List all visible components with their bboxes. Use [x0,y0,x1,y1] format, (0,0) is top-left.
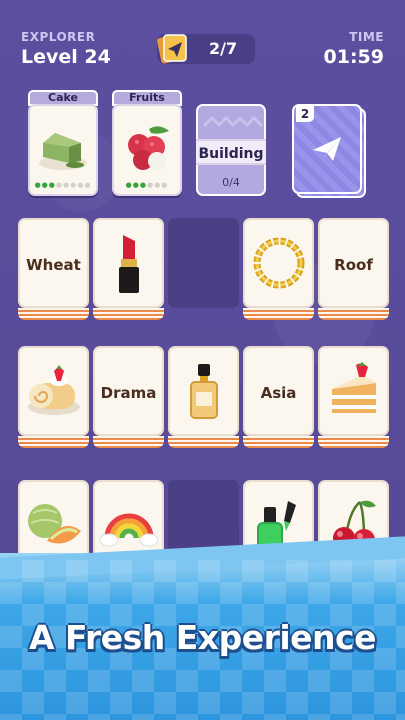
card-word: Drama [100,384,157,402]
card-stack-edge [318,308,389,320]
card-perfume[interactable] [168,346,239,436]
level-info: EXPLORER Level 24 [21,30,111,68]
rainbow-icon [99,513,158,547]
card-wheat[interactable]: Wheat [18,218,89,308]
lychee-icon [128,126,169,170]
building-label: Building [196,139,266,165]
card-word: Wheat [26,256,81,274]
card-stack-edge [93,436,164,448]
empty-slot [168,218,239,308]
lipstick-icon [118,235,139,293]
card-gold-chain[interactable] [243,218,314,308]
card-stack-edge [18,436,89,448]
collection-slot-fruits[interactable]: ●●●●●● [112,104,182,196]
gold-chain-icon [253,237,304,289]
building-count: 0/4 [222,176,240,189]
progress-text: 2/7 [209,39,238,58]
card-word: Asia [260,384,297,402]
card-word: Roof [334,256,373,274]
card-stack-edge [93,308,164,320]
card-roof[interactable]: Roof [318,218,389,308]
level-text: Level 24 [21,46,111,68]
deck-remaining-badge: 2 [296,106,314,122]
paper-plane-icon [313,137,341,161]
card-stack-edge [243,436,314,448]
card-cake-slice[interactable] [318,346,389,436]
card-stack-edge [318,436,389,448]
draw-deck[interactable]: 2 [292,104,366,198]
time-label: TIME [349,30,384,44]
card-stack-edge [168,436,239,448]
promo-tagline: A Fresh Experience [29,618,376,657]
cake-roll-icon [27,365,80,415]
cake-slice-icon [331,362,376,413]
cake-progress-dots: ●●●●●●●● [34,181,92,189]
card-lipstick[interactable] [93,218,164,308]
time-value: 01:59 [323,46,384,68]
card-cake-roll[interactable] [18,346,89,436]
progress-counter: 2/7 [157,34,255,64]
mode-label: EXPLORER [21,30,96,44]
card-stack-edge [18,308,89,320]
melon-icon [27,504,81,544]
cake-slice-icon [39,133,87,170]
card-drama[interactable]: Drama [93,346,164,436]
card-stack-icon [157,34,187,64]
card-asia[interactable]: Asia [243,346,314,436]
timer: TIME 01:59 [324,30,384,68]
perfume-icon [189,364,218,419]
fruits-progress-dots: ●●●●●● [125,181,169,189]
collection-slot-building[interactable]: Building 0/4 [196,104,266,196]
collection-slot-cake[interactable]: ●●●●●●●● [28,104,98,196]
chevron-pattern-icon [202,115,262,128]
card-stack-edge [243,308,314,320]
